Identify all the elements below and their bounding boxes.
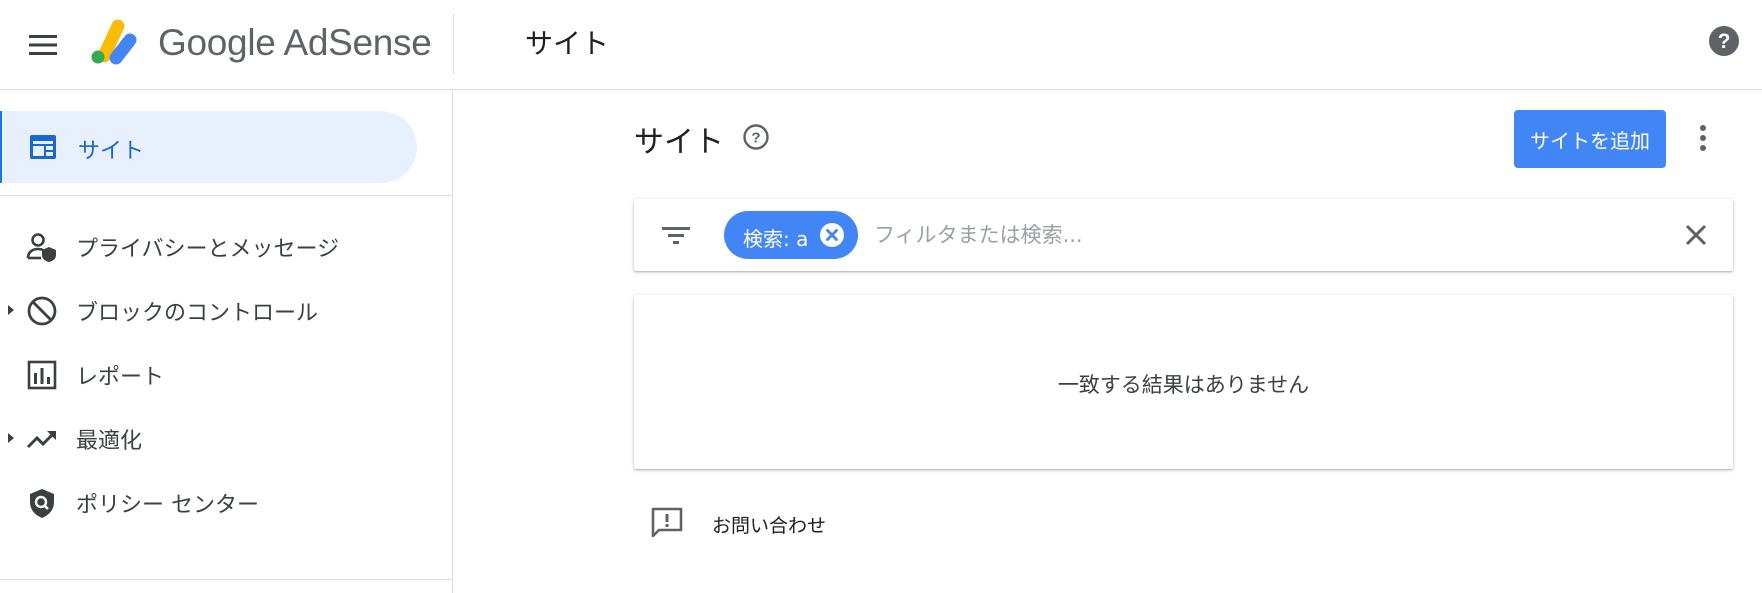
page-title: サイト [634, 125, 724, 160]
feedback-icon [650, 506, 684, 540]
filter-list-icon[interactable] [660, 219, 692, 251]
contact-us-label: お問い合わせ [712, 515, 827, 537]
search-filter-chip[interactable]: 検索: a [724, 211, 858, 259]
sidebar-item-label: プライバシーとメッセージ [76, 237, 340, 262]
sidebar-item-privacy-messaging[interactable]: プライバシーとメッセージ [0, 215, 453, 275]
contact-us-link[interactable]: お問い合わせ [650, 502, 850, 546]
policy-shield-icon [26, 487, 58, 519]
product-name: Google AdSense [158, 22, 432, 63]
sidebar-item-reports[interactable]: レポート [0, 343, 453, 403]
header-divider [453, 14, 454, 74]
chip-remove-icon[interactable] [820, 223, 844, 247]
trending-up-icon [26, 423, 58, 455]
bar-chart-icon [26, 359, 58, 391]
menu-icon[interactable] [24, 26, 62, 64]
sidebar-item-sites[interactable]: サイト [0, 111, 417, 183]
block-icon [26, 295, 58, 327]
sidebar-item-label: ブロックのコントロール [76, 301, 319, 326]
sidebar-item-label: ポリシー センター [76, 493, 259, 518]
expand-caret-icon[interactable] [8, 305, 14, 315]
expand-caret-icon[interactable] [8, 433, 14, 443]
sidebar-item-label: レポート [76, 365, 165, 390]
sidebar-item-optimization[interactable]: 最適化 [0, 407, 453, 467]
sites-icon [29, 134, 57, 164]
sidebar: サイト プライバシーとメッセージ ブロックのコントロール レポート 最適化 ポリ… [0, 91, 453, 593]
top-app-bar: Google AdSense サイト ? [0, 0, 1762, 90]
svg-text:?: ? [751, 130, 760, 147]
divider [0, 579, 453, 580]
divider [0, 195, 453, 196]
sidebar-item-label: サイト [78, 139, 145, 164]
help-outline-icon[interactable]: ? [742, 123, 770, 151]
results-card: 一致する結果はありません [634, 295, 1733, 469]
person-shield-icon [26, 231, 58, 263]
more-vert-icon[interactable] [1690, 116, 1716, 160]
adsense-logo-icon [88, 16, 144, 66]
help-icon[interactable]: ? [1708, 25, 1740, 57]
filter-search-input[interactable] [874, 217, 1654, 253]
close-icon[interactable] [1680, 219, 1712, 251]
sidebar-item-label: 最適化 [76, 429, 143, 454]
sidebar-item-policy-center[interactable]: ポリシー センター [0, 471, 453, 531]
filter-bar: 検索: a [634, 199, 1733, 271]
svg-text:?: ? [1718, 30, 1731, 53]
add-site-button[interactable]: サイトを追加 [1514, 110, 1666, 168]
chip-label: 検索: a [743, 227, 809, 251]
empty-state-message: 一致する結果はありません [1057, 373, 1310, 397]
header-title: サイト [525, 27, 610, 60]
sidebar-item-blocking-controls[interactable]: ブロックのコントロール [0, 279, 453, 339]
